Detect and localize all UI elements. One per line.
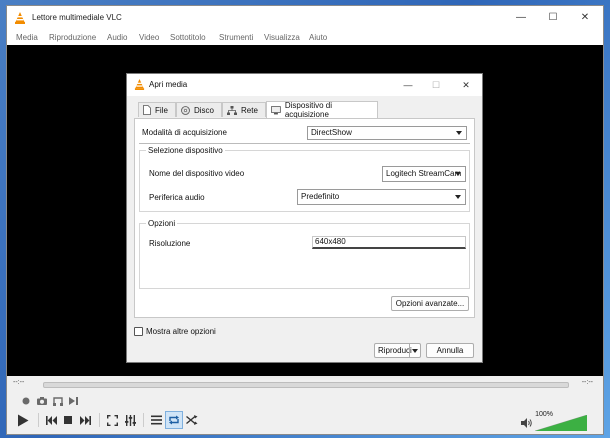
vlc-cone-icon bbox=[134, 79, 145, 90]
playback-controls: 100% bbox=[7, 409, 603, 433]
dialog-minimize-button[interactable]: — bbox=[397, 77, 419, 93]
divider bbox=[139, 143, 470, 144]
device-selection-group: Selezione dispositivo Nome del dispositi… bbox=[139, 146, 470, 212]
menu-riproduzione[interactable]: Riproduzione bbox=[49, 33, 96, 42]
dialog-title: Apri media bbox=[149, 80, 188, 89]
seek-slider[interactable] bbox=[43, 382, 569, 388]
menu-visualizza[interactable]: Visualizza bbox=[264, 33, 300, 42]
previous-icon bbox=[45, 415, 57, 425]
play-button[interactable] bbox=[14, 411, 32, 429]
resolution-input[interactable]: 640x480 bbox=[312, 236, 466, 249]
separator bbox=[38, 413, 39, 427]
vlc-main-window: Lettore multimediale VLC — ☐ ✕ Media Rip… bbox=[6, 5, 604, 435]
chevron-down-icon bbox=[455, 195, 461, 199]
network-icon bbox=[227, 105, 237, 115]
play-button-label: Riproduci bbox=[378, 346, 412, 355]
camera-icon bbox=[37, 397, 47, 405]
separator bbox=[143, 413, 144, 427]
shuffle-icon bbox=[186, 415, 198, 425]
playlist-button[interactable] bbox=[147, 411, 165, 429]
chevron-down-icon bbox=[455, 172, 461, 176]
tab-file[interactable]: File bbox=[138, 102, 176, 117]
elapsed-time: --:-- bbox=[13, 379, 25, 386]
menu-audio[interactable]: Audio bbox=[107, 33, 127, 42]
menu-strumenti[interactable]: Strumenti bbox=[219, 33, 253, 42]
menu-sottotitolo[interactable]: Sottotitolo bbox=[170, 33, 206, 42]
disc-icon bbox=[181, 105, 190, 115]
loop-button[interactable] bbox=[165, 411, 183, 429]
file-icon bbox=[143, 105, 151, 115]
next-button[interactable] bbox=[76, 411, 94, 429]
chevron-down-icon bbox=[412, 349, 418, 353]
minimize-button[interactable]: — bbox=[507, 10, 535, 26]
frame-step-button[interactable] bbox=[65, 392, 83, 410]
audio-device-label: Periferica audio bbox=[149, 193, 205, 202]
window-title: Lettore multimediale VLC bbox=[32, 13, 122, 22]
advanced-controls bbox=[7, 392, 603, 410]
speaker-icon[interactable] bbox=[521, 418, 532, 428]
show-more-options-checkbox[interactable] bbox=[134, 327, 143, 336]
options-group-title: Opzioni bbox=[146, 219, 178, 228]
audio-device-select[interactable]: Predefinito bbox=[297, 189, 466, 205]
shuffle-button[interactable] bbox=[183, 411, 201, 429]
chevron-down-icon bbox=[456, 131, 462, 135]
dialog-title-bar: Apri media — ☐ ✕ bbox=[127, 74, 482, 96]
tab-file-label: File bbox=[155, 105, 168, 115]
loop-ab-icon bbox=[53, 397, 63, 406]
seek-row: --:-- --:-- bbox=[7, 376, 603, 392]
loop-icon bbox=[169, 415, 179, 425]
video-device-label: Nome del dispositivo video bbox=[149, 169, 245, 178]
tab-disco-label: Disco bbox=[194, 105, 215, 115]
tab-dispositivo-label: Dispositivo di acquisizione bbox=[284, 101, 332, 119]
previous-button[interactable] bbox=[42, 411, 60, 429]
tab-dispositivo-acquisizione[interactable]: Dispositivo di acquisizione bbox=[266, 101, 378, 119]
stop-icon bbox=[64, 416, 72, 424]
options-group: Opzioni Risoluzione 640x480 bbox=[139, 219, 470, 289]
equalizer-icon bbox=[124, 414, 136, 426]
capture-tab-panel: Modalità di acquisizione DirectShow Sele… bbox=[134, 118, 475, 318]
video-device-select[interactable]: Logitech StreamCam bbox=[382, 166, 466, 182]
device-group-title: Selezione dispositivo bbox=[146, 146, 225, 155]
title-bar: Lettore multimediale VLC — ☐ ✕ bbox=[7, 6, 603, 30]
menu-aiuto[interactable]: Aiuto bbox=[309, 33, 327, 42]
capture-mode-select[interactable]: DirectShow bbox=[307, 126, 467, 140]
open-media-dialog: Apri media — ☐ ✕ File Disco Rete Disposi… bbox=[126, 73, 483, 363]
capture-mode-label: Modalità di acquisizione bbox=[142, 128, 227, 137]
record-icon bbox=[22, 397, 30, 405]
volume-slider[interactable] bbox=[535, 415, 587, 431]
tab-rete[interactable]: Rete bbox=[222, 102, 266, 117]
menu-media[interactable]: Media bbox=[16, 33, 38, 42]
cancel-button[interactable]: Annulla bbox=[426, 343, 474, 358]
separator bbox=[99, 413, 100, 427]
resolution-label: Risoluzione bbox=[149, 239, 191, 248]
dialog-close-button[interactable]: ✕ bbox=[455, 77, 477, 93]
capture-device-icon bbox=[271, 105, 281, 114]
vlc-cone-icon bbox=[15, 12, 25, 24]
menu-video[interactable]: Video bbox=[139, 33, 159, 42]
extended-settings-button[interactable] bbox=[121, 411, 139, 429]
next-icon bbox=[79, 415, 91, 425]
play-split-button[interactable]: Riproduci bbox=[374, 343, 421, 358]
play-icon bbox=[18, 414, 29, 426]
video-device-value: Logitech StreamCam bbox=[386, 169, 462, 178]
show-more-options-label: Mostra altre opzioni bbox=[146, 327, 216, 336]
close-button[interactable]: ✕ bbox=[571, 10, 599, 26]
remaining-time[interactable]: --:-- bbox=[582, 379, 593, 386]
playlist-icon bbox=[150, 415, 162, 425]
menu-bar: Media Riproduzione Audio Video Sottotito… bbox=[7, 30, 603, 46]
fullscreen-button[interactable] bbox=[103, 411, 121, 429]
frame-step-icon bbox=[69, 397, 78, 405]
advanced-options-button[interactable]: Opzioni avanzate... bbox=[391, 296, 469, 311]
dialog-maximize-button[interactable]: ☐ bbox=[425, 77, 447, 93]
maximize-button[interactable]: ☐ bbox=[539, 10, 567, 26]
stop-button[interactable] bbox=[59, 411, 77, 429]
play-options-dropdown[interactable] bbox=[409, 344, 420, 357]
audio-device-value: Predefinito bbox=[301, 192, 340, 201]
fullscreen-icon bbox=[106, 414, 118, 426]
tab-rete-label: Rete bbox=[241, 105, 258, 115]
tab-disco[interactable]: Disco bbox=[176, 102, 222, 117]
capture-mode-value: DirectShow bbox=[311, 128, 352, 137]
resolution-value: 640x480 bbox=[315, 237, 346, 246]
